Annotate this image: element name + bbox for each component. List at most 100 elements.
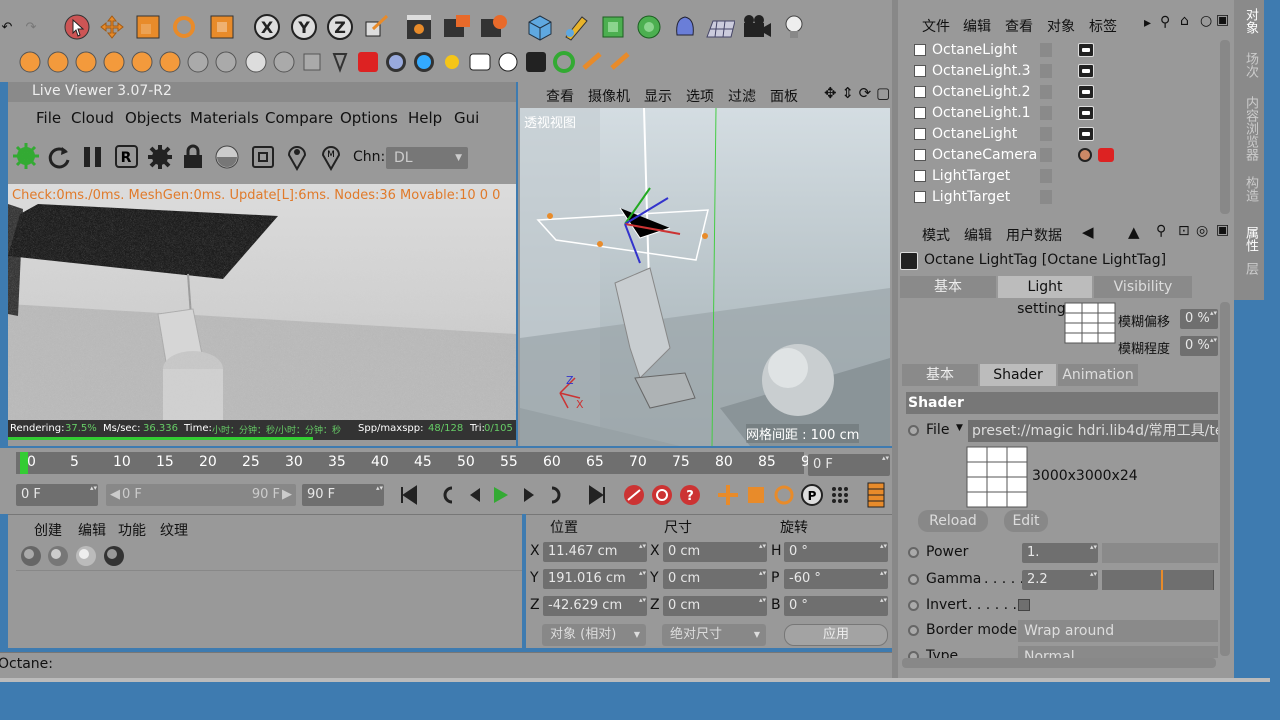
power-radio[interactable] [908, 547, 919, 558]
menu-file[interactable]: File [36, 109, 61, 127]
menu-gui[interactable]: Gui [454, 109, 479, 127]
object-visibility-dots[interactable] [1040, 190, 1052, 204]
edit-button[interactable]: Edit [1004, 510, 1048, 532]
render-picture-icon[interactable] [442, 12, 472, 42]
search-icon[interactable]: ⚲ [1156, 223, 1166, 239]
octane-light-tag-icon[interactable] [1078, 64, 1094, 78]
file-radio[interactable] [908, 425, 919, 436]
octane-light-tag-icon[interactable] [1078, 106, 1094, 120]
object-row[interactable]: OctaneLight.3 [906, 61, 1220, 82]
start-frame-field[interactable]: 0 F [16, 483, 98, 506]
light-icon[interactable] [779, 12, 809, 42]
object-visibility-dots[interactable] [1040, 169, 1052, 183]
object-row[interactable]: OctaneLight.1 [906, 103, 1220, 124]
object-menu-file[interactable]: 文件 [922, 16, 950, 36]
octane-light-tag-icon[interactable] [1078, 43, 1094, 57]
lock-icon[interactable]: ⊡ [1178, 223, 1190, 239]
floor-icon[interactable] [705, 12, 735, 42]
type-radio[interactable] [908, 651, 919, 658]
pick-focus-icon[interactable] [286, 143, 308, 171]
object-menu-edit[interactable]: 编辑 [963, 16, 991, 36]
octane-light-tag-icon[interactable] [1078, 127, 1094, 141]
region-icon[interactable]: R [114, 144, 140, 170]
camera-icon[interactable] [742, 12, 772, 42]
coord-size-select[interactable]: 绝对尺寸 ▼ [662, 624, 766, 646]
blur-amount-field[interactable]: 0 % [1180, 335, 1218, 356]
frame-icon[interactable] [250, 144, 276, 170]
viewport-menu-display[interactable]: 显示 [644, 86, 672, 106]
octane-light-tag-icon[interactable] [1078, 85, 1094, 99]
object-menu-more-icon[interactable]: ▸ [1144, 15, 1151, 31]
x-axis-icon[interactable]: X [252, 12, 282, 42]
object-menu-tag[interactable]: 标签 [1089, 16, 1117, 36]
material-menu-edit[interactable]: 编辑 [78, 520, 106, 540]
cube-icon[interactable] [525, 12, 555, 42]
object-visibility-dots[interactable] [1040, 106, 1052, 120]
menu-help[interactable]: Help [408, 109, 442, 127]
deformer-icon[interactable] [670, 12, 700, 42]
type-select[interactable]: Normal [1018, 646, 1218, 658]
coord-size-field[interactable]: 0 cm [663, 541, 767, 562]
attr-menu-edit[interactable]: 编辑 [964, 225, 992, 245]
side-tab[interactable]: 层 [1241, 262, 1260, 275]
minimize-icon[interactable]: ○ [1200, 13, 1212, 29]
coord-rotation-field[interactable]: 0 ° [784, 595, 888, 616]
attribute-vertical-scrollbar[interactable] [1220, 302, 1230, 656]
z-axis-icon[interactable]: Z [325, 12, 355, 42]
power-field[interactable]: 1. [1022, 542, 1098, 563]
shader-section-header[interactable]: Shader [906, 392, 1218, 414]
object-visibility-dots[interactable] [1040, 43, 1052, 57]
side-tab[interactable]: 内容浏览器 [1241, 96, 1260, 161]
material-menu-create[interactable]: 创建 [34, 520, 62, 540]
menu-objects[interactable]: Objects [125, 109, 182, 127]
coord-mode-select[interactable]: 对象 (相对) ▼ [542, 624, 646, 646]
subtab-shader[interactable]: Shader [980, 364, 1056, 386]
subdivision-icon[interactable] [598, 12, 628, 42]
object-row[interactable]: LightTarget [906, 187, 1220, 208]
gamma-radio[interactable] [908, 574, 919, 585]
invert-radio[interactable] [908, 600, 919, 611]
object-visibility-dots[interactable] [1040, 85, 1052, 99]
array-icon[interactable] [634, 12, 664, 42]
world-coord-icon[interactable] [362, 12, 392, 42]
start-render-icon[interactable] [12, 142, 42, 172]
move-icon[interactable] [97, 12, 127, 42]
viewport-menu-panel[interactable]: 面板 [770, 86, 798, 106]
settings-gear-icon[interactable] [146, 143, 174, 171]
blur-offset-field[interactable]: 0 % [1180, 308, 1218, 329]
invert-checkbox[interactable] [1018, 599, 1030, 611]
object-row[interactable]: OctaneCamera [906, 145, 1220, 166]
attribute-horizontal-scrollbar[interactable] [902, 658, 1216, 668]
object-row[interactable]: OctaneLight [906, 40, 1220, 61]
recent-tool-icon[interactable] [207, 12, 237, 42]
viewport-menu-view[interactable]: 查看 [546, 86, 574, 106]
coord-size-field[interactable]: 0 cm [663, 595, 767, 616]
object-visibility-dots[interactable] [1040, 148, 1052, 162]
object-row[interactable]: LightTarget [906, 166, 1220, 187]
object-row[interactable]: OctaneLight [906, 124, 1220, 145]
menu-compare[interactable]: Compare [265, 109, 333, 127]
object-row[interactable]: OctaneLight.2 [906, 82, 1220, 103]
power-slider[interactable] [1102, 543, 1218, 563]
material-menu-function[interactable]: 功能 [118, 520, 146, 540]
end-frame-field[interactable]: 90 F [302, 483, 384, 506]
pen-icon[interactable] [561, 12, 591, 42]
viewport-menu-filter[interactable]: 过滤 [728, 86, 756, 106]
menu-materials[interactable]: Materials [190, 109, 259, 127]
pause-icon[interactable] [80, 144, 106, 170]
file-path-field[interactable]: preset://magic hdri.lib4d/常用工具/te [968, 420, 1218, 442]
coord-rotation-field[interactable]: 0 ° [784, 541, 888, 562]
maximize-icon[interactable]: ▣ [1216, 222, 1229, 238]
y-axis-icon[interactable]: Y [289, 12, 319, 42]
chn-select[interactable]: DL ▼ [386, 147, 468, 169]
menu-cloud[interactable]: Cloud [71, 109, 114, 127]
tab-basic[interactable]: 基本 [900, 276, 996, 298]
coord-size-field[interactable]: 0 cm [663, 568, 767, 589]
mode-icons[interactable] [14, 48, 654, 76]
gamma-slider[interactable] [1102, 570, 1214, 590]
viewport-menu-camera[interactable]: 摄像机 [588, 86, 630, 106]
border-mode-select[interactable]: Wrap around [1018, 620, 1218, 642]
attr-menu-userdata[interactable]: 用户数据 [1006, 225, 1062, 245]
side-tab[interactable]: 场次 [1241, 52, 1260, 78]
menu-options[interactable]: Options [340, 109, 398, 127]
